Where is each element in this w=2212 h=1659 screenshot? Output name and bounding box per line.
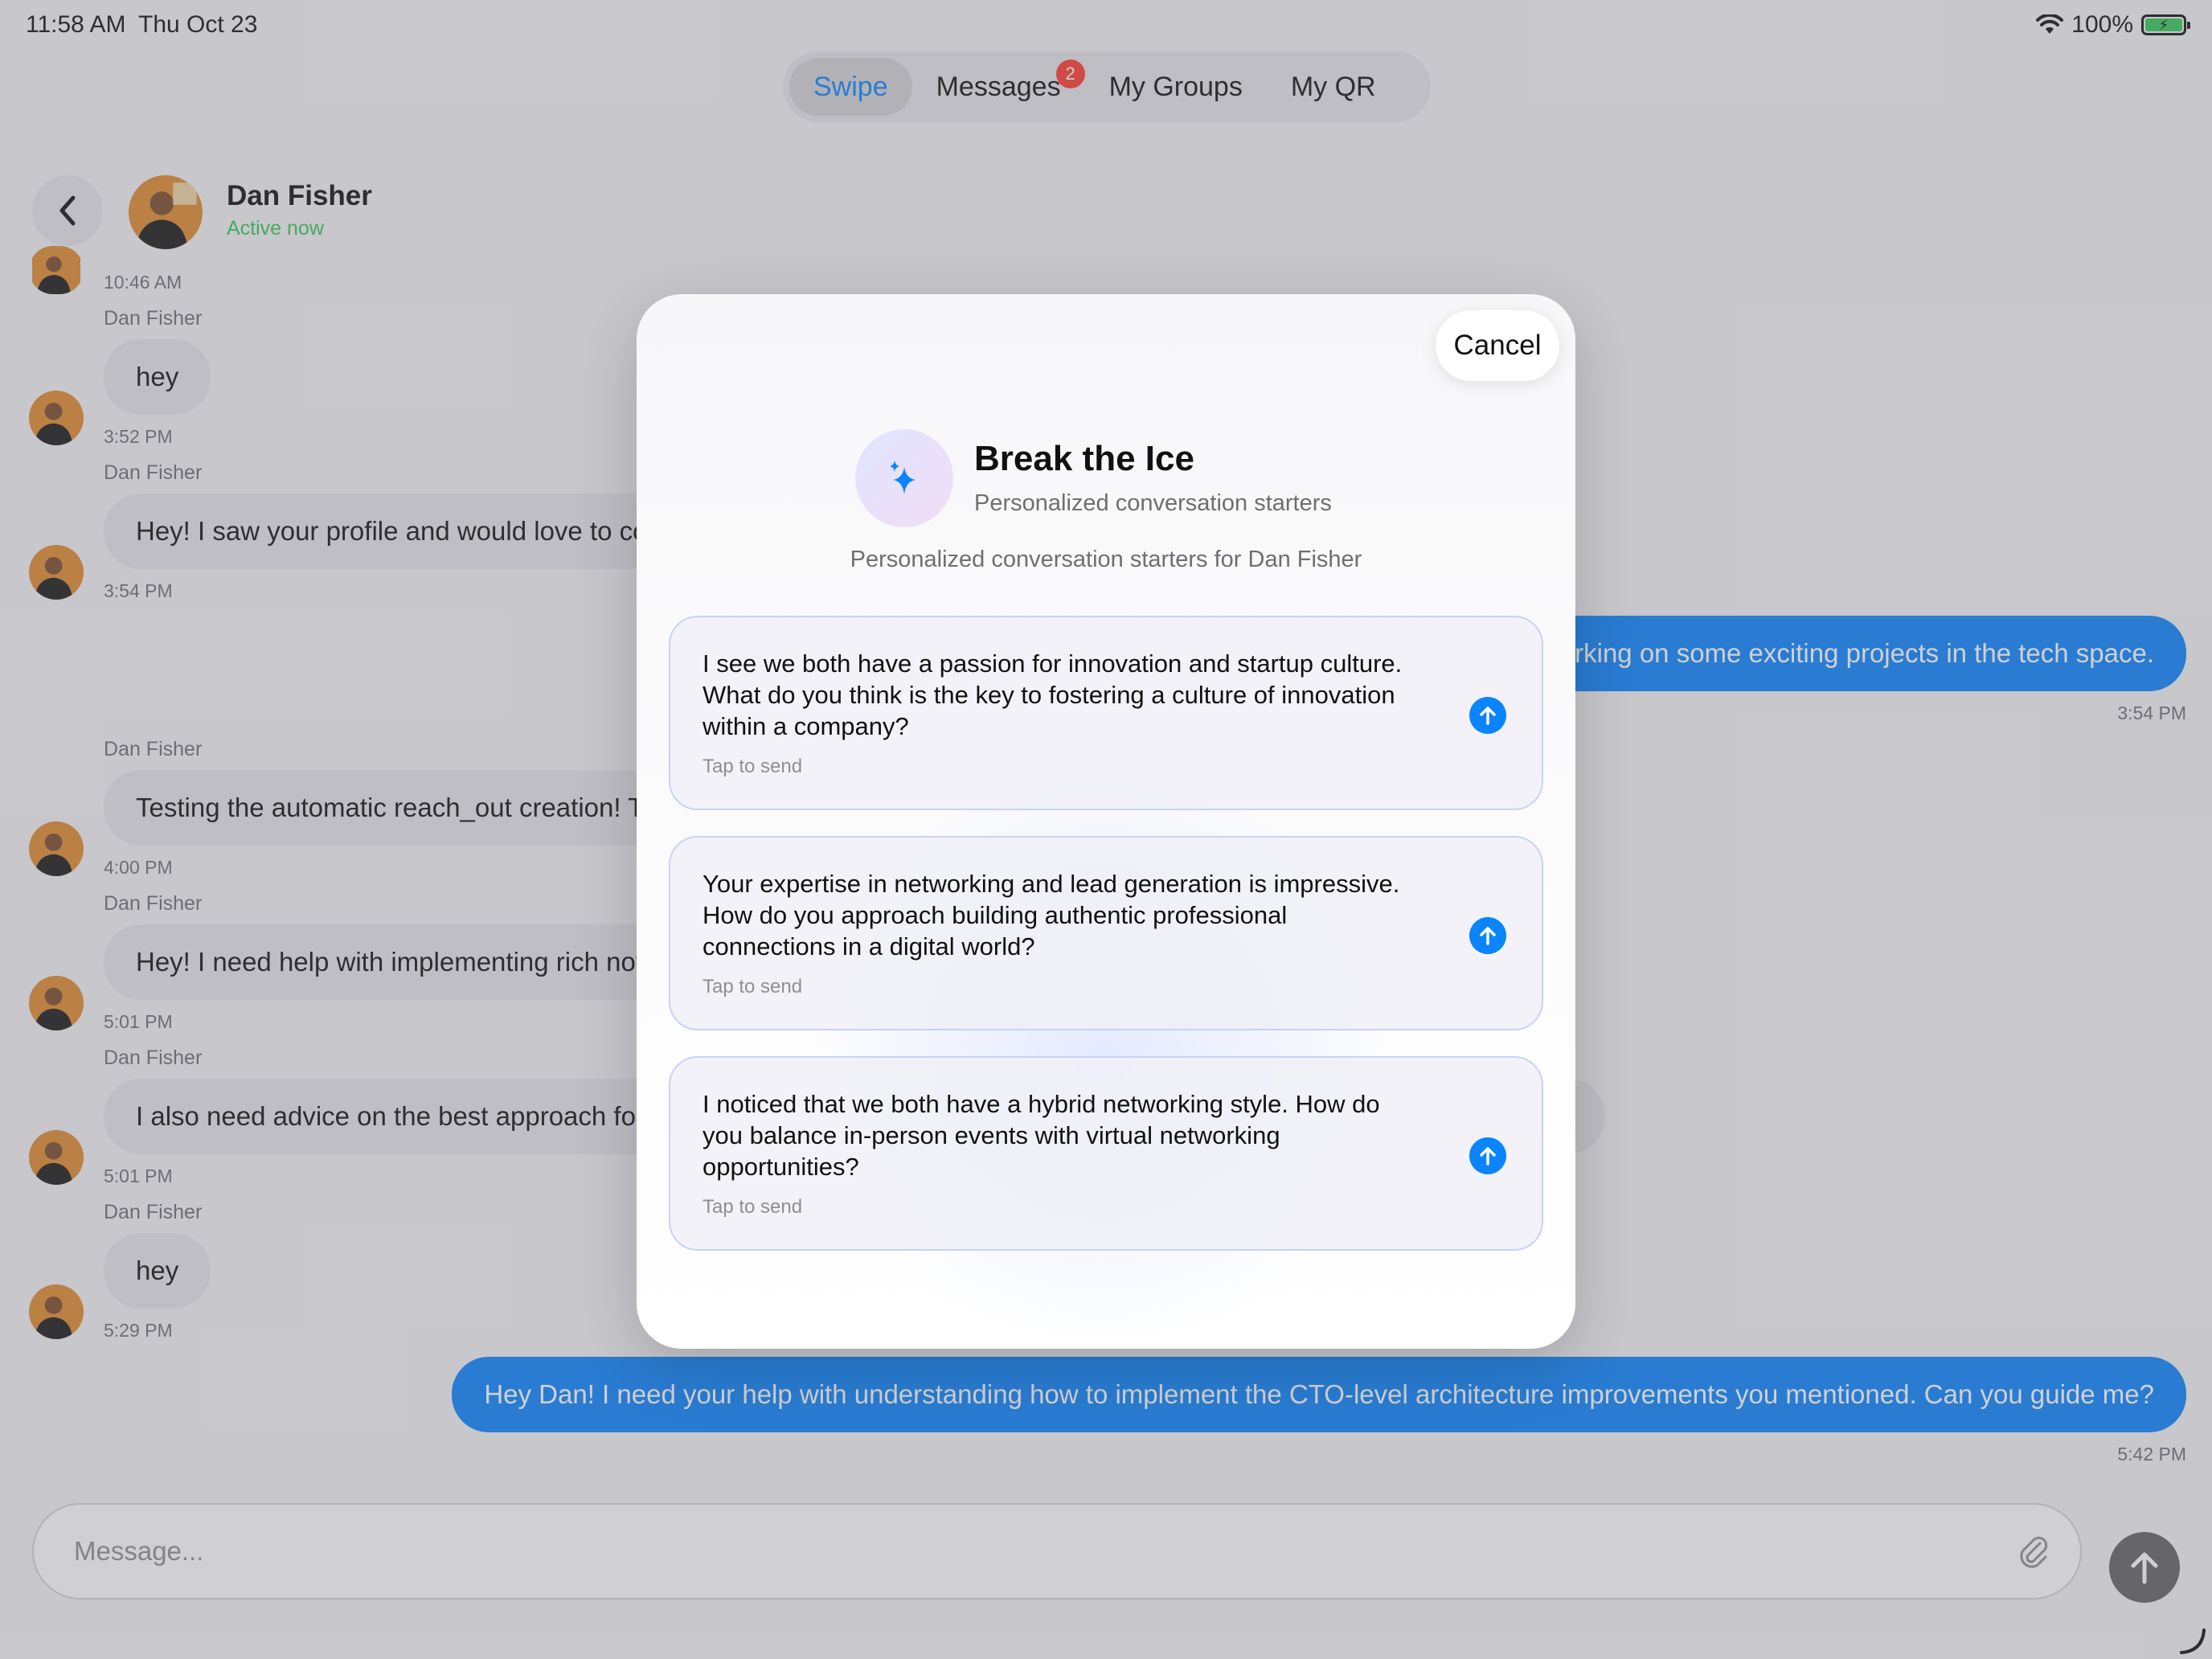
modal-subtitle: Personalized conversation starters: [974, 490, 1332, 516]
cancel-button[interactable]: Cancel: [1436, 310, 1559, 381]
starter-hint: Tap to send: [703, 1196, 803, 1218]
starter-card[interactable]: Your expertise in networking and lead ge…: [669, 836, 1543, 1030]
starter-card[interactable]: I see we both have a passion for innovat…: [669, 616, 1543, 810]
starter-text: Your expertise in networking and lead ge…: [703, 870, 1400, 961]
modal-description: Personalized conversation starters for D…: [850, 547, 1362, 572]
starter-hint: Tap to send: [703, 976, 803, 997]
sparkle-icon: [890, 461, 916, 494]
starter-text: I see we both have a passion for innovat…: [703, 649, 1403, 740]
starter-send-button[interactable]: [1469, 697, 1506, 734]
arrow-up-icon: [1480, 927, 1496, 945]
starter-hint: Tap to send: [703, 756, 803, 777]
arrow-up-icon: [1480, 1147, 1496, 1165]
sparkle-badge: [855, 429, 953, 527]
modal-title: Break the Ice: [974, 439, 1194, 478]
starter-text: I noticed that we both have a hybrid net…: [703, 1090, 1380, 1181]
starter-send-button[interactable]: [1469, 917, 1506, 954]
starter-card[interactable]: I noticed that we both have a hybrid net…: [669, 1056, 1543, 1251]
break-the-ice-modal: Cancel Break the Ice Personalized conver…: [637, 294, 1575, 1349]
starter-send-button[interactable]: [1469, 1137, 1506, 1174]
arrow-up-icon: [1480, 707, 1496, 725]
